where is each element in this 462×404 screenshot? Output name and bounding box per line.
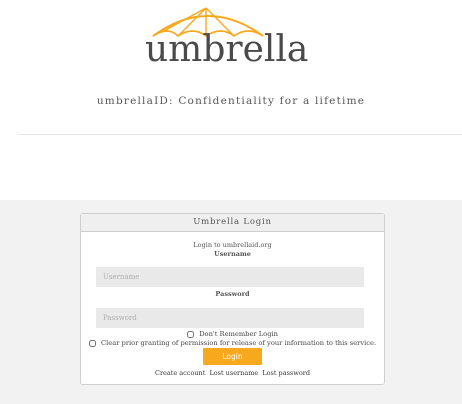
username-label: Username — [214, 250, 251, 258]
account-links: Create account Lost username Lost passwo… — [81, 369, 384, 377]
create-account-link[interactable]: Create account — [155, 369, 205, 377]
username-input[interactable] — [96, 267, 364, 287]
clear-prior-checkbox[interactable] — [88, 339, 96, 347]
header-divider — [18, 134, 462, 135]
clear-prior-label: Clear prior granting of permission for r… — [101, 339, 377, 347]
dont-remember-label: Don't Remember Login — [199, 330, 278, 338]
dont-remember-checkbox[interactable] — [187, 330, 195, 338]
login-intro: Login to umbrellaid.org — [193, 241, 272, 249]
lost-password-link[interactable]: Lost password — [262, 369, 310, 377]
login-panel-title: Umbrella Login — [81, 214, 384, 232]
password-input[interactable] — [96, 308, 364, 328]
clear-prior-row: Clear prior granting of permission for r… — [81, 339, 384, 347]
page-header: umbrella umbrellaID: Confidentiality for… — [0, 0, 462, 140]
brand-wordmark: umbrella — [145, 29, 309, 70]
login-button[interactable]: Login — [203, 348, 262, 365]
tagline: umbrellaID: Confidentiality for a lifeti… — [96, 95, 366, 107]
dont-remember-row: Don't Remember Login — [81, 330, 384, 338]
password-label: Password — [215, 290, 250, 298]
lost-username-link[interactable]: Lost username — [209, 369, 258, 377]
login-panel: Umbrella Login Login to umbrellaid.org U… — [80, 213, 385, 385]
umbrella-logo[interactable]: umbrella — [140, 6, 320, 70]
